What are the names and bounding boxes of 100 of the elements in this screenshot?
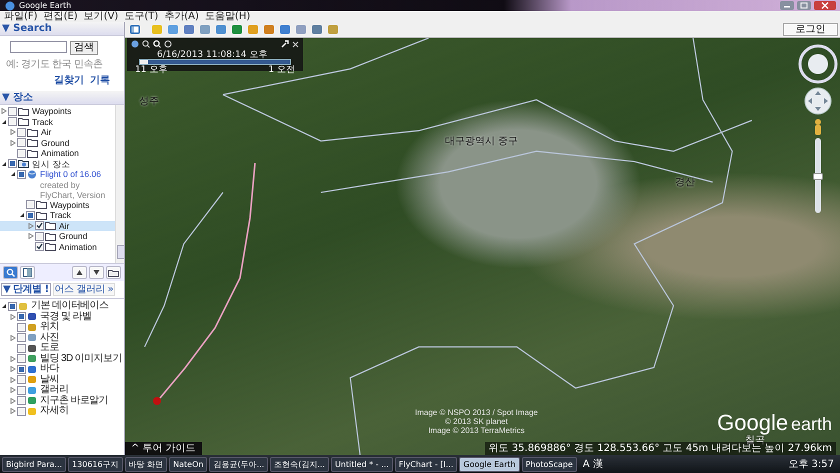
zoom-in-icon[interactable] (153, 40, 161, 48)
tour-guide-button[interactable]: ^ 투어 가이드 (125, 442, 202, 455)
checkbox[interactable] (17, 322, 26, 332)
collapsed-arrow-icon[interactable] (9, 140, 16, 146)
tree-item[interactable]: Animation (0, 148, 115, 158)
checkbox[interactable] (17, 148, 26, 158)
search-icon[interactable] (3, 266, 18, 279)
tree-item[interactable]: 자세히 (0, 406, 124, 416)
tree-item[interactable]: Animation (0, 242, 115, 252)
checkbox[interactable] (35, 242, 44, 252)
close-icon[interactable] (292, 40, 299, 48)
panel-header[interactable]: ▼ Search (0, 22, 124, 36)
checkbox[interactable] (8, 302, 17, 311)
layers-tab[interactable]: 어스 갤러리 » (52, 283, 116, 296)
taskbar-button[interactable]: Untitled * - ... (330, 456, 393, 472)
collapsed-arrow-icon[interactable] (9, 366, 16, 372)
search-button[interactable]: 검색 (70, 41, 98, 55)
taskbar-button[interactable]: FlyChart - [I... (394, 456, 458, 472)
taskbar-button[interactable]: Bigbird Para... (2, 456, 66, 472)
taskbar-button[interactable]: Google Earth (459, 456, 520, 472)
checkbox[interactable] (8, 106, 17, 116)
tree-item[interactable]: 임시 장소 (0, 158, 115, 169)
checkbox[interactable] (35, 221, 44, 230)
wrench-icon[interactable] (281, 40, 289, 48)
menu-item[interactable]: 파일(F) (4, 11, 38, 22)
tree-item[interactable]: Waypoints (0, 200, 115, 210)
collapsed-arrow-icon[interactable] (9, 387, 16, 394)
collapsed-arrow-icon[interactable] (0, 108, 7, 114)
tree-item[interactable]: Track (0, 116, 115, 127)
tree-item[interactable]: 위치 (0, 322, 124, 332)
checkbox[interactable] (17, 344, 26, 353)
tree-item[interactable]: 지구촌 바로알기 (0, 396, 124, 406)
tree-item[interactable]: 기본 데이터베이스 (0, 301, 124, 312)
checkbox[interactable] (8, 159, 17, 168)
taskbar-button[interactable]: NateOn (169, 456, 208, 472)
menu-item[interactable]: 도구(T) (124, 11, 158, 22)
move-down-icon[interactable] (89, 266, 104, 279)
collapsed-arrow-icon[interactable] (9, 129, 16, 136)
minimize-button[interactable] (780, 1, 794, 10)
maximize-button[interactable] (797, 1, 811, 10)
checkbox[interactable] (17, 312, 26, 322)
panel-header[interactable]: ▼ 장소 (0, 91, 124, 105)
tree-item[interactable]: 빌딩 3D 이미지보기 (0, 354, 124, 364)
tree-item[interactable]: Ground (0, 138, 115, 148)
clock-icon[interactable] (164, 40, 172, 48)
tree-item[interactable]: 갤러리 (0, 385, 124, 396)
checkbox[interactable] (17, 354, 26, 364)
move-up-icon[interactable] (72, 266, 87, 279)
checkbox[interactable] (26, 200, 35, 210)
menu-item[interactable]: 도움말(H) (204, 11, 250, 22)
close-button[interactable] (814, 1, 836, 10)
checkbox[interactable] (17, 396, 26, 406)
checkbox[interactable] (35, 232, 44, 241)
checkbox[interactable] (26, 210, 35, 220)
checkbox[interactable] (17, 138, 26, 148)
tree-item[interactable]: Air (0, 127, 115, 138)
tree-item[interactable]: Track (0, 210, 115, 220)
zoom-slider-track[interactable] (815, 138, 821, 213)
checkbox[interactable] (17, 406, 26, 416)
taskbar-button[interactable]: 바탕 화면 (124, 456, 168, 472)
input-method-indicator[interactable]: A 漢 (582, 457, 603, 471)
collapsed-arrow-icon[interactable] (9, 398, 16, 404)
collapsed-arrow-icon[interactable] (27, 222, 34, 229)
tree-item[interactable]: Flight 0 of 16.06 (0, 169, 115, 180)
zoom-slider-thumb[interactable] (813, 172, 823, 180)
tree-item[interactable]: 국경 및 라벨 (0, 312, 124, 322)
time-slider-fill[interactable] (140, 60, 148, 64)
satellite-map-photo[interactable]: 6/16/2013 11:08:14 오후 11 오후 1 오전 성주 대구광역시 중구 경산 칠곡 Image © NSPO 2013 / Spot Image © 2013 SK planet Image © 2013 TerraMetrics Google earth ^ 투어 가이드 위도 35.869886° 경도 128.553.66° 고도 45m 내려다보는 높이 27.96km (125, 38, 840, 455)
expanded-arrow-icon[interactable] (0, 160, 7, 167)
tree-item[interactable]: Ground (0, 231, 115, 242)
link[interactable]: 기록 (90, 73, 110, 87)
collapsed-arrow-icon[interactable] (9, 334, 16, 341)
checkbox[interactable] (17, 333, 26, 342)
panel-toggle-icon[interactable] (20, 266, 35, 279)
sidebar-icon[interactable] (129, 24, 141, 35)
collapsed-arrow-icon[interactable] (9, 408, 16, 414)
expanded-arrow-icon[interactable] (18, 212, 25, 218)
compass-control-icon[interactable] (798, 44, 838, 84)
menu-item[interactable]: 추가(A) (164, 11, 199, 22)
tree-item[interactable]: Air (0, 220, 115, 231)
layers-tab[interactable]: ▼ 단계별 ! (1, 283, 51, 296)
checkbox[interactable] (8, 117, 17, 126)
taskbar-button[interactable]: 김용균(두아... (209, 456, 268, 472)
expanded-arrow-icon[interactable] (0, 118, 7, 125)
collapsed-arrow-icon[interactable] (9, 314, 16, 320)
taskbar-button[interactable]: PhotoScape (522, 456, 577, 472)
menu-item[interactable]: 보기(V) (84, 11, 118, 22)
look-control-icon[interactable] (803, 86, 833, 116)
checkbox[interactable] (17, 170, 26, 179)
tree-item[interactable]: 바다 (0, 364, 124, 374)
checkbox[interactable] (17, 375, 26, 384)
tree-item[interactable]: 날씨 (0, 374, 124, 385)
folder-icon[interactable] (106, 266, 121, 279)
street-view-person-icon[interactable] (813, 118, 823, 136)
taskbar-button[interactable]: 조현숙(김지... (270, 456, 329, 472)
checkbox[interactable] (17, 364, 26, 374)
time-slider-track[interactable] (139, 59, 291, 65)
link[interactable]: 길찾기 (54, 73, 84, 87)
menu-item[interactable]: 편집(E) (44, 11, 78, 22)
collapsed-arrow-icon[interactable] (9, 376, 16, 383)
